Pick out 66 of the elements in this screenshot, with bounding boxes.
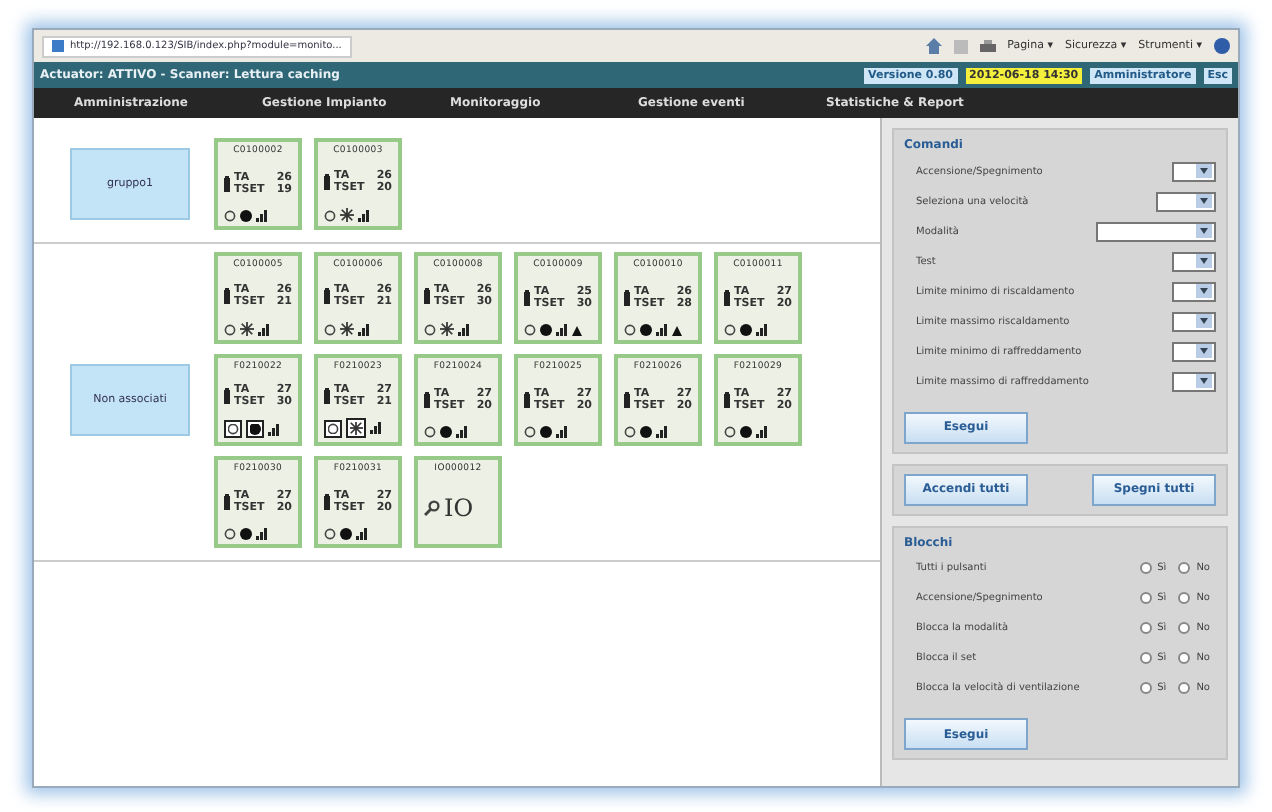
battery-icon	[224, 288, 230, 304]
signal-icon	[556, 426, 568, 438]
select-field[interactable]	[1172, 341, 1216, 361]
radio-button[interactable]	[1178, 592, 1191, 604]
radio-button[interactable]	[1178, 652, 1191, 664]
battery-icon	[224, 388, 230, 404]
caret-icon	[1196, 224, 1212, 238]
caret-icon	[1196, 194, 1212, 208]
page-icon	[52, 40, 64, 52]
signal-icon	[358, 323, 370, 335]
select-field[interactable]	[1096, 221, 1216, 241]
io-label: IO	[444, 493, 474, 521]
signal-icon	[358, 209, 370, 221]
signal-icon	[656, 426, 668, 438]
radio-button[interactable]	[1139, 562, 1152, 574]
signal-icon	[656, 324, 668, 336]
battery-icon	[624, 289, 630, 305]
select-field[interactable]	[1172, 161, 1216, 181]
battery-icon	[524, 391, 530, 407]
help-icon[interactable]	[1214, 38, 1230, 54]
select-field[interactable]	[1156, 191, 1216, 211]
battery-icon	[324, 288, 330, 304]
caret-icon	[1196, 164, 1212, 178]
battery-icon	[324, 174, 330, 190]
warning-icon	[572, 325, 582, 335]
radio-button[interactable]	[1178, 562, 1191, 574]
battery-icon	[624, 391, 630, 407]
battery-icon	[424, 288, 430, 304]
select-field[interactable]	[1172, 371, 1216, 391]
battery-icon	[724, 289, 730, 305]
battery-icon	[524, 289, 530, 305]
radio-button[interactable]	[1139, 622, 1152, 634]
signal-icon	[268, 423, 280, 435]
signal-icon	[556, 324, 568, 336]
signal-icon	[756, 426, 768, 438]
signal-icon	[356, 528, 368, 540]
signal-icon	[756, 324, 768, 336]
select-field[interactable]	[1172, 281, 1216, 301]
warning-icon	[672, 325, 682, 335]
radio-button[interactable]	[1178, 622, 1191, 634]
select-field[interactable]	[1172, 251, 1216, 271]
radio-button[interactable]	[1178, 682, 1191, 694]
radio-button[interactable]	[1139, 652, 1152, 664]
battery-icon	[324, 387, 330, 403]
signal-icon	[256, 210, 268, 222]
signal-icon	[370, 422, 382, 434]
caret-icon	[1196, 374, 1212, 388]
battery-icon	[724, 391, 730, 407]
caret-icon	[1196, 284, 1212, 298]
home-icon[interactable]	[925, 38, 942, 54]
radio-button[interactable]	[1139, 682, 1152, 694]
radio-button[interactable]	[1139, 592, 1152, 604]
battery-icon	[224, 493, 230, 509]
battery-icon	[224, 175, 230, 191]
caret-icon	[1196, 314, 1212, 328]
signal-icon	[256, 528, 268, 540]
signal-icon	[456, 426, 468, 438]
search-icon	[424, 499, 440, 515]
battery-icon	[424, 391, 430, 407]
caret-icon	[1196, 254, 1212, 268]
printer-icon[interactable]	[979, 39, 996, 53]
signal-icon	[458, 323, 470, 335]
select-field[interactable]	[1172, 311, 1216, 331]
battery-icon	[324, 493, 330, 509]
signal-icon	[258, 323, 270, 335]
caret-icon	[1196, 344, 1212, 358]
